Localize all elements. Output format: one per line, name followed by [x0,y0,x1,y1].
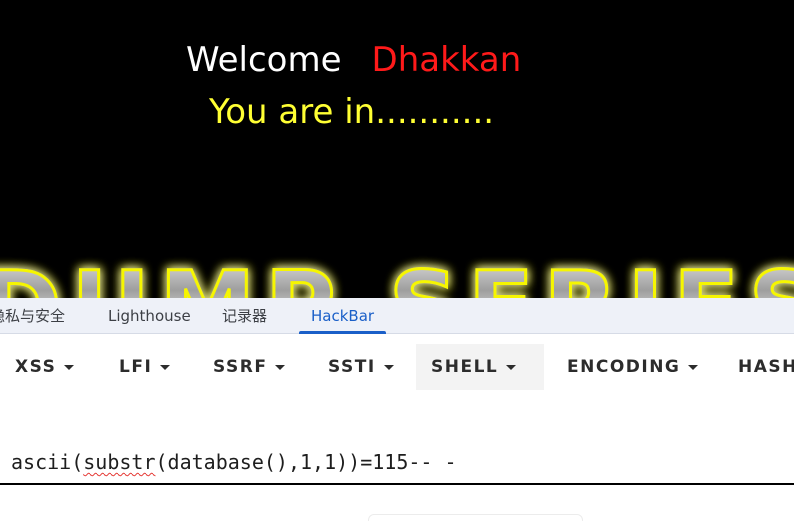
payload-input[interactable]: ascii(substr(database(),1,1))=115-- - [0,440,794,485]
browser-viewport: Welcome Dhakkan You are in........... 私与… [0,0,794,521]
lfi-menu-label: LFI [119,357,153,377]
shell-menu-button[interactable]: SHELL [416,344,544,390]
dump-series-banner: DUMP SERIES [0,250,794,299]
ssrf-menu-label: SSRF [213,357,268,377]
tab-hackbar[interactable]: HackBar [298,298,387,334]
user-name: Dhakkan [371,40,522,80]
tab-recorder[interactable]: 记录器 [222,298,267,334]
tab-lighthouse[interactable]: Lighthouse [108,298,191,334]
caret-down-icon [506,364,517,370]
welcome-message: Welcome Dhakkan [186,40,521,80]
caret-down-icon [64,364,75,370]
payload-prefix: ascii( [11,450,84,474]
encoding-menu-label: ENCODING [567,357,681,377]
xss-menu-button[interactable]: XSS [0,344,89,390]
caret-down-icon [688,364,699,370]
ssti-menu-label: SSTI [328,357,376,377]
payload-suffix: (database(),1,1))=115-- - [155,450,457,474]
login-status: You are in........... [209,92,495,132]
hackbar-toolbar: XSS LFI SSRF SSTI SHELL ENCODING HASHING [0,334,794,398]
banner-text: DUMP SERIES [0,251,794,298]
popup-edge [368,514,583,521]
xss-menu-label: XSS [15,357,57,377]
caret-down-icon [275,364,286,370]
welcome-word: Welcome [186,40,342,80]
shell-menu-label: SHELL [431,357,499,377]
payload-text[interactable]: ascii(substr(database(),1,1))=115-- - [11,450,457,474]
web-page-content: Welcome Dhakkan You are in........... [0,0,794,298]
encoding-menu-button[interactable]: ENCODING [552,344,713,390]
caret-down-icon [383,364,394,370]
misspelled-word: substr [83,450,156,474]
lfi-menu-button[interactable]: LFI [104,344,185,390]
hashing-menu-button[interactable]: HASHING [723,344,794,390]
ssrf-menu-button[interactable]: SSRF [198,344,300,390]
caret-down-icon [160,364,171,370]
tab-privacy-security[interactable]: 隐私与安全 [0,298,65,334]
ssti-menu-button[interactable]: SSTI [313,344,409,390]
hashing-menu-label: HASHING [738,357,794,377]
devtools-tab-strip: 隐私与安全 Lighthouse 记录器 HackBar [0,298,794,334]
